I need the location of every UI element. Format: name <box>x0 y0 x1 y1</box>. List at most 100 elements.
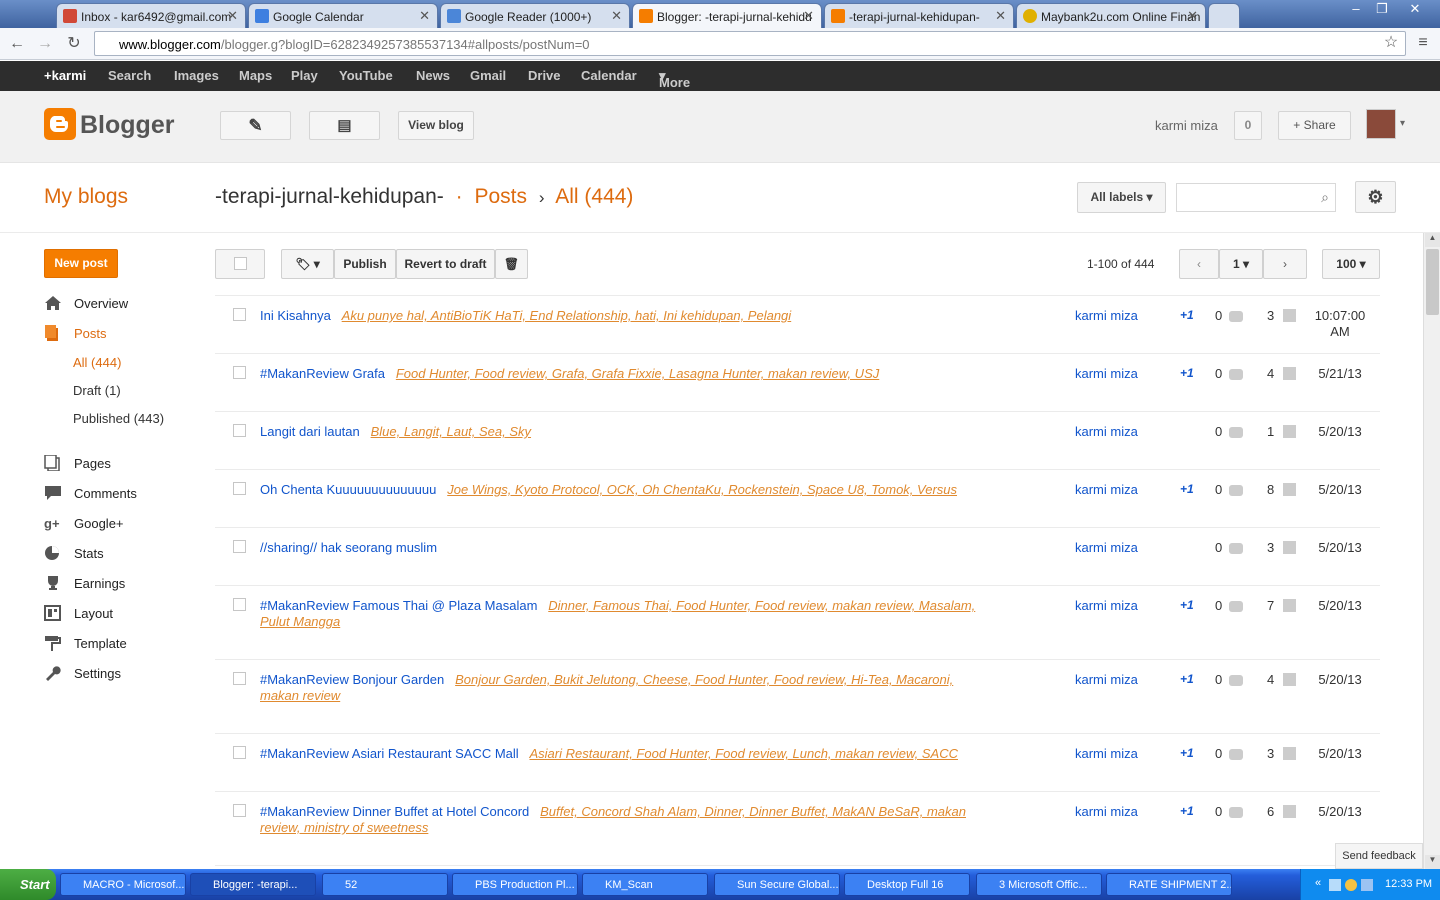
comment-count[interactable]: 0 <box>1215 540 1222 555</box>
labels-dropdown[interactable]: All labels ▾ <box>1077 182 1166 213</box>
post-labels[interactable]: Aku punye hal, AntiBioTiK HaTi, End Rela… <box>342 308 792 323</box>
gbar-gmail[interactable]: Gmail <box>470 68 506 83</box>
comment-count[interactable]: 0 <box>1215 366 1222 381</box>
search-input[interactable]: ⌕ <box>1176 183 1336 212</box>
star-icon[interactable]: ☆ <box>1380 32 1402 54</box>
gbar-calendar[interactable]: Calendar <box>581 68 637 83</box>
taskbar-item[interactable]: Sun Secure Global... <box>714 873 840 896</box>
send-feedback-button[interactable]: Send feedback <box>1335 843 1423 869</box>
posts-filter-draft[interactable]: Draft (1) <box>73 383 121 398</box>
forward-icon[interactable]: → <box>34 33 56 55</box>
comment-count[interactable]: 0 <box>1215 308 1222 323</box>
tab-calendar[interactable]: Google Calendar ✕ <box>248 3 438 28</box>
user-name[interactable]: karmi miza <box>1155 118 1218 133</box>
avatar[interactable] <box>1366 109 1396 139</box>
post-labels[interactable]: Blue, Langit, Laut, Sea, Sky <box>371 424 531 439</box>
my-blogs-link[interactable]: My blogs <box>44 185 128 209</box>
next-page-button[interactable]: › <box>1263 249 1307 279</box>
gbar-more[interactable]: More ▾ <box>659 68 690 90</box>
taskbar-item[interactable]: KM_Scan <box>582 873 708 896</box>
post-title[interactable]: Oh Chenta Kuuuuuuuuuuuuuu <box>260 482 436 497</box>
close-icon[interactable]: ✕ <box>419 8 430 24</box>
row-checkbox[interactable] <box>233 598 246 611</box>
row-checkbox[interactable] <box>233 424 246 437</box>
view-posts-button[interactable]: ▤ <box>309 111 380 140</box>
close-icon[interactable]: ✕ <box>611 8 622 24</box>
taskbar-item[interactable]: MACRO - Microsof... <box>60 873 186 896</box>
gbar-images[interactable]: Images <box>174 68 219 83</box>
comment-count[interactable]: 0 <box>1215 482 1222 497</box>
post-labels[interactable]: Asiari Restaurant, Food Hunter, Food rev… <box>530 746 958 761</box>
comment-count[interactable]: 0 <box>1215 804 1222 819</box>
post-author[interactable]: karmi miza <box>1075 746 1138 761</box>
taskbar-item[interactable]: Desktop Full 16 <box>844 873 970 896</box>
taskbar-clock[interactable]: 12:33 PM <box>1385 878 1432 890</box>
table-row[interactable]: Langit dari lautan Blue, Langit, Laut, S… <box>215 412 1380 470</box>
breadcrumb-all[interactable]: All (444) <box>555 185 633 208</box>
search-icon[interactable]: ⌕ <box>1321 189 1329 206</box>
table-row[interactable]: #MakanReview Bonjour Garden Bonjour Gard… <box>215 660 1380 734</box>
minimize-icon[interactable]: – <box>1343 0 1369 20</box>
close-icon[interactable]: ✕ <box>803 8 814 24</box>
comment-count[interactable]: 0 <box>1215 424 1222 439</box>
taskbar-item[interactable]: 3 Microsoft Offic... <box>976 873 1102 896</box>
menu-icon[interactable]: ≡ <box>1412 32 1434 54</box>
delete-button[interactable]: 🗑 <box>495 249 528 279</box>
row-checkbox[interactable] <box>233 540 246 553</box>
row-checkbox[interactable] <box>233 482 246 495</box>
comment-count[interactable]: 0 <box>1215 598 1222 613</box>
table-row[interactable]: #MakanReview Famous Thai @ Plaza Masalam… <box>215 586 1380 660</box>
per-page-select[interactable]: 100 ▾ <box>1322 249 1380 279</box>
post-title[interactable]: //sharing// hak seorang muslim <box>260 540 437 555</box>
tab-maybank[interactable]: Maybank2u.com Online Finan ✕ <box>1016 3 1206 28</box>
back-icon[interactable]: ← <box>6 33 28 55</box>
page-select[interactable]: 1 ▾ <box>1219 249 1263 279</box>
chevron-down-icon[interactable]: ▾ <box>1400 118 1405 129</box>
gbar-drive[interactable]: Drive <box>528 68 561 83</box>
scroll-down-icon[interactable]: ▼ <box>1425 855 1440 869</box>
post-title[interactable]: #MakanReview Asiari Restaurant SACC Mall <box>260 746 519 761</box>
tray-expand-icon[interactable]: « <box>1315 877 1321 889</box>
post-author[interactable]: karmi miza <box>1075 482 1138 497</box>
posts-filter-all[interactable]: All (444) <box>73 355 121 370</box>
blogger-logo-text[interactable]: Blogger <box>80 111 174 140</box>
tab-reader[interactable]: Google Reader (1000+) ✕ <box>440 3 630 28</box>
close-icon[interactable]: ✕ <box>1187 8 1198 24</box>
post-title[interactable]: Ini Kisahnya <box>260 308 331 323</box>
row-checkbox[interactable] <box>233 804 246 817</box>
address-bar[interactable]: www.blogger.com/blogger.g?blogID=6282349… <box>94 31 1406 56</box>
start-button[interactable]: Start <box>0 869 56 900</box>
taskbar-item[interactable]: RATE SHIPMENT 2... <box>1106 873 1232 896</box>
view-blog-button[interactable]: View blog <box>398 111 474 140</box>
settings-gear-button[interactable]: ⚙ <box>1355 181 1396 213</box>
close-icon[interactable]: ✕ <box>995 8 1006 24</box>
table-row[interactable]: Oh Chenta Kuuuuuuuuuuuuuu Joe Wings, Kyo… <box>215 470 1380 528</box>
tray-clock-icon[interactable] <box>1345 879 1357 891</box>
post-title[interactable]: #MakanReview Famous Thai @ Plaza Masalam <box>260 598 537 613</box>
revert-to-draft-button[interactable]: Revert to draft <box>396 249 495 279</box>
gbar-maps[interactable]: Maps <box>239 68 272 83</box>
row-checkbox[interactable] <box>233 746 246 759</box>
breadcrumb-posts[interactable]: Posts <box>474 185 527 208</box>
post-author[interactable]: karmi miza <box>1075 308 1138 323</box>
gbar-search[interactable]: Search <box>108 68 151 83</box>
scroll-up-icon[interactable]: ▲ <box>1425 233 1440 247</box>
tray-network-icon[interactable] <box>1361 879 1373 891</box>
gbar-news[interactable]: News <box>416 68 450 83</box>
tray-app-icon[interactable] <box>1329 879 1341 891</box>
blogger-logo-icon[interactable] <box>44 108 76 140</box>
labels-button[interactable]: 🏷 ▾ <box>281 249 334 279</box>
post-author[interactable]: karmi miza <box>1075 424 1138 439</box>
share-button[interactable]: + Share <box>1278 111 1351 140</box>
post-title[interactable]: #MakanReview Bonjour Garden <box>260 672 444 687</box>
comment-count[interactable]: 0 <box>1215 672 1222 687</box>
taskbar-item-active[interactable]: Blogger: -terapi... <box>190 873 316 896</box>
table-row[interactable]: //sharing// hak seorang muslim karmi miz… <box>215 528 1380 586</box>
post-title[interactable]: #MakanReview Dinner Buffet at Hotel Conc… <box>260 804 529 819</box>
select-all-checkbox-button[interactable] <box>215 249 265 279</box>
table-row[interactable]: #MakanReview Dinner Buffet at Hotel Conc… <box>215 792 1380 866</box>
close-window-icon[interactable]: ✕ <box>1400 0 1430 20</box>
post-labels[interactable]: Food Hunter, Food review, Grafa, Grafa F… <box>396 366 879 381</box>
tab-blogger-active[interactable]: Blogger: -terapi-jurnal-kehidu ✕ <box>632 3 822 28</box>
table-row[interactable]: #MakanReview Grafa Food Hunter, Food rev… <box>215 354 1380 412</box>
